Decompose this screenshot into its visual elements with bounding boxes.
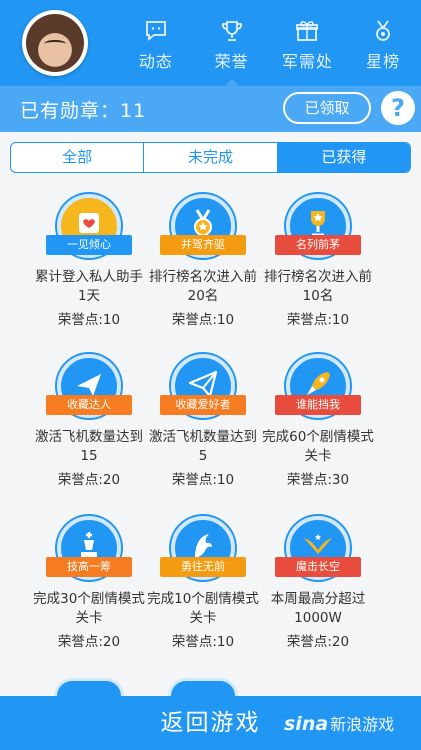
nav-item-label: 军需处 [281,52,333,71]
badge-description: 本周最高分超过1000W [270,591,366,626]
badge-emblem-partial [168,678,238,696]
badge-emblem: 名列前茅 [275,194,361,258]
nav-item-label: 星榜 [366,52,401,71]
chat-icon [145,21,166,41]
top-nav: 动态 荣誉 军需处 星榜 [118,0,421,86]
badge-description: 激活飞机数量达到5 [149,429,257,464]
badge-name: 勇往无前 [160,557,246,577]
watermark-brand: sina [284,713,329,735]
badge-card[interactable]: 勇往无前 完成10个剧情模式关卡 荣誉点:10 [146,516,260,650]
badge-emblem: 谁能挡我 [275,354,361,418]
badge-description: 排行榜名次进入前20名 [149,269,257,304]
badge-name: 技高一筹 [46,557,132,577]
claimed-button[interactable]: 已领取 [283,92,371,124]
tab-obtained[interactable]: 已获得 [276,143,410,172]
badge-points: 荣誉点:20 [57,472,121,488]
badge-points: 荣誉点:30 [286,472,350,488]
nav-item-label: 动态 [138,52,173,71]
badge-points: 荣誉点:10 [171,472,235,488]
badge-description: 累计登入私人助手1天 [35,269,143,304]
help-button[interactable]: ? [381,91,415,125]
badge-card[interactable]: 技高一筹 完成30个剧情模式关卡 荣誉点:20 [32,516,146,650]
tab-incomplete[interactable]: 未完成 [143,143,276,172]
medal-count: 已有勋章：11 [20,100,147,122]
trophy-icon [221,21,242,41]
nav-item-dynamic[interactable]: 动态 [118,0,194,86]
avatar[interactable] [22,10,88,76]
nav-item-starboard[interactable]: 星榜 [345,0,421,86]
top-bar: 动态 荣誉 军需处 星榜 [0,0,421,86]
badge-points: 荣誉点:20 [286,634,350,650]
badge-description: 完成60个剧情模式关卡 [262,429,374,464]
badge-description: 完成10个剧情模式关卡 [147,591,259,626]
badge-name: 魔击长空 [275,557,361,577]
badge-description: 激活飞机数量达到15 [35,429,143,464]
badge-name: 名列前茅 [275,235,361,255]
badge-points: 荣誉点:20 [57,634,121,650]
watermark-text: 新浪游戏 [330,715,395,734]
badge-card[interactable]: 收藏爱好者 激活飞机数量达到5 荣誉点:10 [146,354,260,488]
badge-emblem: 收藏爱好者 [160,354,246,418]
badge-card[interactable]: 魔击长空 本周最高分超过1000W 荣誉点:20 [261,516,375,650]
badge-description: 排行榜名次进入前10名 [264,269,372,304]
badge-name: 谁能挡我 [275,395,361,415]
filter-tabs: 全部 未完成 已获得 [10,142,411,173]
badge-name: 收藏达人 [46,395,132,415]
badge-points: 荣誉点:10 [57,312,121,328]
badge-card[interactable]: 谁能挡我 完成60个剧情模式关卡 荣誉点:30 [261,354,375,488]
badge-name: 一见倾心 [46,235,132,255]
badge-name: 并驾齐驱 [160,235,246,255]
badge-emblem: 魔击长空 [275,516,361,580]
footer-bar: 返回游戏 sina 新浪游戏 [0,696,421,750]
badge-card[interactable]: 一见倾心 累计登入私人助手1天 荣誉点:10 [32,194,146,328]
gift-icon [296,21,319,41]
badge-card[interactable]: 并驾齐驱 排行榜名次进入前20名 荣誉点:10 [146,194,260,328]
nav-item-honor[interactable]: 荣誉 [194,0,270,86]
tab-all[interactable]: 全部 [11,143,143,172]
badge-emblem: 并驾齐驱 [160,194,246,258]
badge-emblem: 勇往无前 [160,516,246,580]
badge-points: 荣誉点:10 [171,634,235,650]
medal-summary-bar: 已有勋章：11 已领取 ? [0,86,421,132]
badge-card[interactable]: 收藏达人 激活飞机数量达到15 荣誉点:20 [32,354,146,488]
badge-emblem-partial [54,678,124,696]
watermark: sina 新浪游戏 [284,711,394,735]
badge-name: 收藏爱好者 [160,395,246,415]
nav-item-label: 荣誉 [214,52,249,71]
badge-emblem: 收藏达人 [46,354,132,418]
nav-item-supply[interactable]: 军需处 [270,0,346,86]
badge-emblem: 技高一筹 [46,516,132,580]
badge-emblem: 一见倾心 [46,194,132,258]
medal-icon [376,20,391,41]
badge-points: 荣誉点:10 [286,312,350,328]
badge-card[interactable]: 名列前茅 排行榜名次进入前10名 荣誉点:10 [261,194,375,328]
badge-description: 完成30个剧情模式关卡 [33,591,145,626]
badge-points: 荣誉点:10 [171,312,235,328]
avatar-photo [26,14,84,72]
